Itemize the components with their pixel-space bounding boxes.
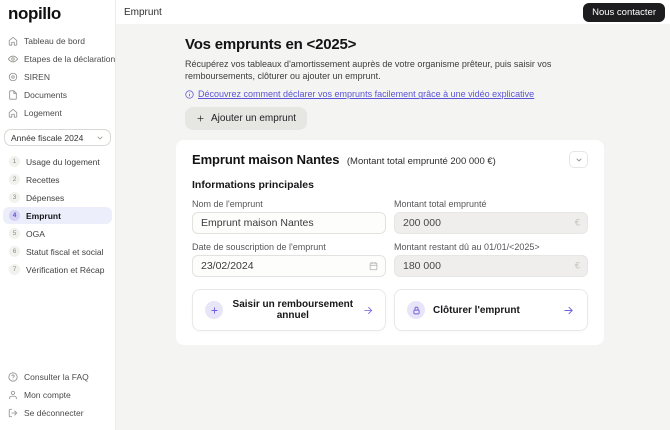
field-total-borrowed: Montant total emprunté €	[394, 199, 588, 235]
total-borrowed-label: Montant total emprunté	[394, 199, 487, 210]
step-label: Vérification et Récap	[26, 264, 105, 275]
fiscal-year-select[interactable]: Année fiscale 2024	[4, 129, 111, 146]
field-loan-name: Nom de l'emprunt	[192, 199, 386, 235]
action-label: Clôturer l'emprunt	[433, 304, 520, 316]
step-label: OGA	[26, 228, 45, 239]
sidebar-step-depenses[interactable]: 3 Dépenses	[3, 189, 112, 206]
arrow-right-icon	[363, 305, 373, 316]
step-number: 3	[9, 192, 20, 203]
step-label: Recettes	[26, 174, 60, 185]
plus-icon	[205, 301, 223, 320]
sidebar-item-se-deconnecter[interactable]: Se déconnecter	[0, 404, 115, 422]
logout-icon	[8, 408, 18, 418]
step-number: 1	[9, 156, 20, 167]
sidebar-step-emprunt[interactable]: 4 Emprunt	[3, 207, 112, 224]
sidebar-item-label: Se déconnecter	[24, 408, 84, 418]
action-label: Saisir un remboursement annuel	[232, 299, 354, 322]
app-window: nopillo Tableau de bord Etapes de la déc…	[0, 0, 670, 430]
eye-icon	[8, 54, 18, 64]
step-number: 2	[9, 174, 20, 185]
page-subtitle: Récupérez vos tableaux d'amortissement a…	[185, 59, 552, 82]
sidebar-item-label: Tableau de bord	[24, 36, 85, 46]
loan-name-label: Nom de l'emprunt	[192, 199, 263, 210]
sidebar-item-label: SIREN	[24, 72, 50, 82]
field-remaining-amount: Montant restant dû au 01/01/<2025> €	[394, 242, 588, 278]
add-loan-button[interactable]: Ajouter un emprunt	[185, 107, 308, 131]
collapse-card-button[interactable]	[569, 151, 588, 169]
sidebar-item-documents[interactable]: Documents	[0, 86, 115, 104]
sidebar-step-usage-du-logement[interactable]: 1 Usage du logement	[3, 153, 112, 170]
contact-us-button[interactable]: Nous contacter	[583, 2, 665, 22]
loan-card-amount-note: (Montant total emprunté 200 000 €)	[346, 156, 496, 168]
fiscal-year-value: Année fiscale 2024	[11, 132, 84, 143]
sidebar-item-etapes-declaration[interactable]: Etapes de la déclaration	[0, 50, 115, 68]
loan-actions: Saisir un remboursement annuel Clôturer …	[192, 289, 588, 332]
loan-card: Emprunt maison Nantes (Montant total emp…	[176, 140, 604, 346]
loan-name-input[interactable]	[192, 212, 386, 235]
step-number: 6	[9, 246, 20, 257]
dashboard-home-icon	[8, 36, 18, 46]
sidebar-step-oga[interactable]: 5 OGA	[3, 225, 112, 242]
sidebar-steps: 1 Usage du logement 2 Recettes 3 Dépense…	[0, 152, 115, 279]
remaining-amount-input	[394, 255, 588, 278]
sidebar-footer: Consulter la FAQ Mon compte Se déconnect…	[0, 368, 115, 430]
add-loan-button-label: Ajouter un emprunt	[211, 113, 297, 125]
sidebar-item-mon-compte[interactable]: Mon compte	[0, 386, 115, 404]
sidebar-item-tableau-de-bord[interactable]: Tableau de bord	[0, 32, 115, 50]
sidebar-step-recettes[interactable]: 2 Recettes	[3, 171, 112, 188]
step-number: 7	[9, 264, 20, 275]
chevron-down-icon	[575, 156, 583, 164]
step-label: Emprunt	[26, 210, 61, 221]
step-label: Statut fiscal et social	[26, 246, 104, 257]
field-subscription-date: Date de souscription de l'emprunt	[192, 242, 386, 278]
chevron-down-icon	[96, 134, 104, 142]
house-icon	[8, 108, 18, 118]
sidebar-item-siren[interactable]: SIREN	[0, 68, 115, 86]
section-title: Informations principales	[192, 179, 314, 192]
add-annual-repayment-button[interactable]: Saisir un remboursement annuel	[192, 289, 386, 332]
lock-icon	[407, 301, 425, 320]
subscription-date-label: Date de souscription de l'emprunt	[192, 242, 326, 253]
topbar: Emprunt Nous contacter	[116, 0, 670, 24]
sidebar-step-verification-recap[interactable]: 7 Vérification et Récap	[3, 261, 112, 278]
content: Vos emprunts en <2025> Récupérez vos tab…	[116, 24, 670, 430]
sidebar-item-label: Consulter la FAQ	[24, 372, 89, 382]
loan-card-title: Emprunt maison Nantes	[192, 152, 340, 168]
video-help-link-row: Découvrez comment déclarer vos emprunts …	[185, 89, 604, 99]
user-icon	[8, 390, 18, 400]
page-intro: Vos emprunts en <2025> Récupérez vos tab…	[185, 36, 604, 131]
step-number: 4	[9, 210, 20, 221]
close-loan-button[interactable]: Clôturer l'emprunt	[394, 289, 588, 332]
sidebar-item-label: Logement	[24, 108, 62, 118]
step-number: 5	[9, 228, 20, 239]
sidebar-item-faq[interactable]: Consulter la FAQ	[0, 368, 115, 386]
loan-card-header: Emprunt maison Nantes (Montant total emp…	[192, 151, 588, 169]
brand-logo: nopillo	[8, 4, 61, 23]
question-icon	[8, 372, 18, 382]
plus-icon	[196, 114, 205, 123]
step-label: Usage du logement	[26, 156, 100, 167]
page-title: Vos emprunts en <2025>	[185, 36, 357, 53]
loan-card-title-row: Emprunt maison Nantes (Montant total emp…	[192, 151, 496, 169]
remaining-amount-label: Montant restant dû au 01/01/<2025>	[394, 242, 540, 253]
breadcrumb: Emprunt	[124, 6, 162, 18]
sidebar-item-label: Etapes de la déclaration	[24, 54, 116, 64]
document-icon	[8, 90, 18, 100]
info-icon	[185, 90, 194, 99]
sidebar-item-label: Mon compte	[24, 390, 71, 400]
sidebar-item-logement[interactable]: Logement	[0, 104, 115, 122]
sidebar: nopillo Tableau de bord Etapes de la déc…	[0, 0, 116, 430]
video-help-link[interactable]: Découvrez comment déclarer vos emprunts …	[198, 89, 534, 99]
sidebar-step-statut-fiscal[interactable]: 6 Statut fiscal et social	[3, 243, 112, 260]
sidebar-item-label: Documents	[24, 90, 67, 100]
sidebar-nav: Tableau de bord Etapes de la déclaration…	[0, 32, 115, 122]
main-area: Emprunt Nous contacter Vos emprunts en <…	[116, 0, 670, 430]
arrow-right-icon	[562, 305, 575, 316]
step-label: Dépenses	[26, 192, 65, 203]
subscription-date-input[interactable]	[192, 255, 386, 278]
total-borrowed-input	[394, 212, 588, 235]
target-icon	[8, 72, 18, 82]
loan-form-grid: Nom de l'emprunt Montant total emprunté …	[192, 199, 588, 278]
